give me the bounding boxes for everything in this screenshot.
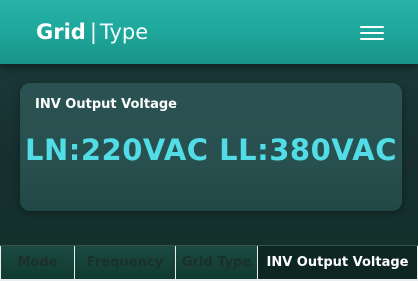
card-label: INV Output Voltage: [35, 97, 177, 112]
title-separator: |: [89, 20, 97, 44]
header-bar: Grid | Type: [0, 0, 418, 64]
page-title: Grid | Type: [36, 18, 148, 46]
menu-line: [360, 38, 384, 40]
tab-inv-output-voltage[interactable]: INV Output Voltage: [258, 246, 418, 280]
tab-grid-type[interactable]: Grid Type: [176, 246, 258, 280]
app-screen: Grid | Type INV Output Voltage LN:220VAC L…: [0, 0, 418, 281]
tab-mode[interactable]: Mode: [0, 246, 75, 280]
title-primary: Grid: [36, 20, 86, 44]
menu-line: [360, 32, 384, 34]
tab-bar: Mode Frequency Grid Type INV Output Volt…: [0, 245, 418, 280]
menu-line: [360, 26, 384, 28]
tab-frequency[interactable]: Frequency: [75, 246, 176, 280]
voltage-value: LN:220VAC LL:380VAC: [25, 133, 397, 167]
hamburger-menu-icon[interactable]: [360, 26, 384, 40]
voltage-card: INV Output Voltage LN:220VAC LL:380VAC: [20, 83, 402, 211]
title-secondary: Type: [99, 20, 149, 44]
